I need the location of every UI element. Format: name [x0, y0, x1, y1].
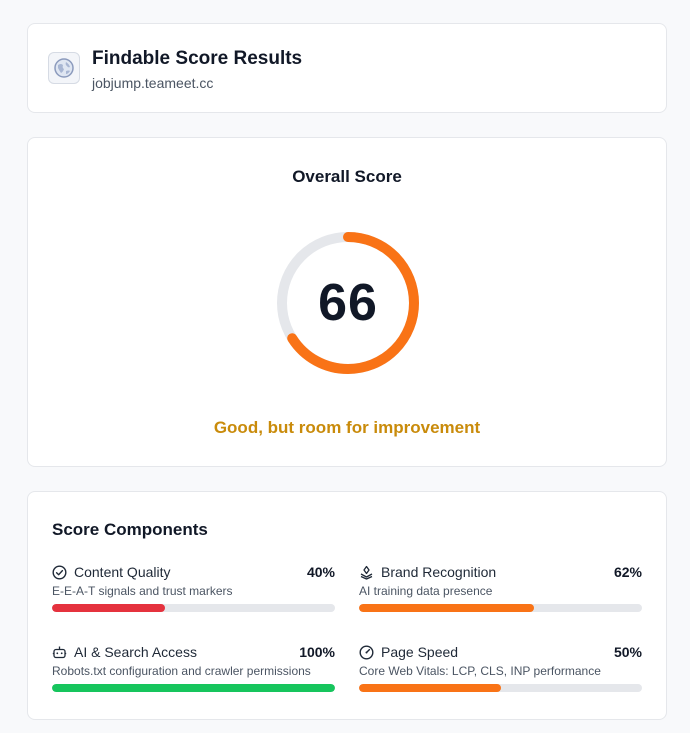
progress-fill: [359, 684, 501, 692]
progress-fill: [359, 604, 535, 612]
component-value: 62%: [613, 564, 642, 580]
components-title: Score Components: [52, 520, 208, 539]
component-value: 50%: [613, 644, 642, 660]
globe-icon: [48, 52, 80, 84]
brand-stack-icon: [359, 565, 374, 580]
component-label: Page Speed: [381, 644, 459, 660]
component-description: Core Web Vitals: LCP, CLS, INP performan…: [359, 664, 601, 678]
progress-fill: [52, 684, 335, 692]
page-title: Findable Score Results: [92, 48, 303, 69]
check-circle-icon: [52, 564, 67, 580]
header-card: Findable Score Results jobjump.teameet.c…: [27, 23, 667, 113]
progress-fill: [52, 604, 166, 612]
score-components-card: Score Components Content Quality 40% E-E…: [27, 491, 667, 720]
overall-score-card: Overall Score 66 Good, but room for impr…: [27, 137, 667, 467]
component-label: AI & Search Access: [74, 644, 197, 660]
gauge-icon: [359, 644, 374, 660]
component-content-quality: Content Quality 40% E-E-A-T signals and …: [52, 562, 335, 622]
component-description: Robots.txt configuration and crawler per…: [52, 664, 311, 678]
component-description: E-E-A-T signals and trust markers: [52, 584, 233, 598]
component-description: AI training data presence: [359, 584, 493, 598]
component-label: Content Quality: [74, 564, 171, 580]
site-domain: jobjump.teameet.cc: [92, 75, 214, 91]
score-gauge: 66: [273, 228, 423, 378]
overall-score-value: 66: [318, 274, 378, 332]
progress-track: [52, 684, 335, 692]
progress-track: [359, 604, 642, 612]
component-label: Brand Recognition: [381, 564, 497, 580]
progress-track: [359, 684, 642, 692]
component-value: 40%: [306, 564, 335, 580]
component-page-speed: Page Speed 50% Core Web Vitals: LCP, CLS…: [359, 642, 642, 702]
score-status: Good, but room for improvement: [213, 418, 481, 437]
progress-track: [52, 604, 335, 612]
component-value: 100%: [299, 644, 335, 660]
overall-score-title: Overall Score: [292, 167, 402, 186]
robot-icon: [52, 645, 67, 660]
component-ai-search-access: AI & Search Access 100% Robots.txt confi…: [52, 642, 335, 702]
component-brand-recognition: Brand Recognition 62% AI training data p…: [359, 562, 642, 622]
